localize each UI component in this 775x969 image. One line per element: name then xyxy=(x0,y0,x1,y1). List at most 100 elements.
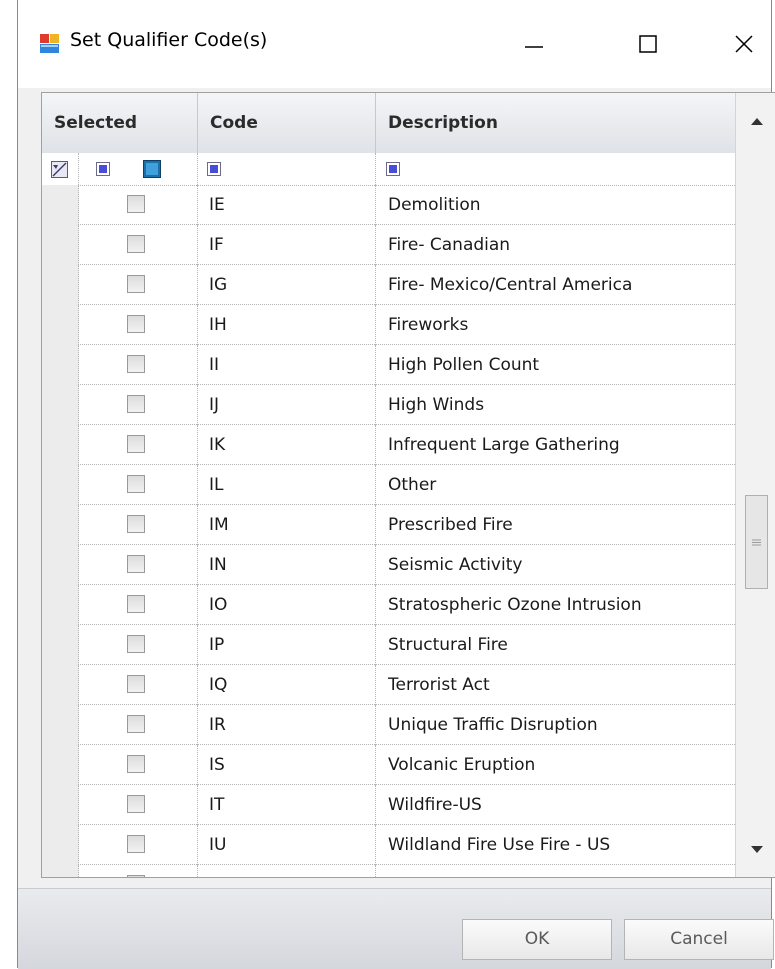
row-checkbox[interactable] xyxy=(127,675,145,693)
row-checkbox[interactable] xyxy=(127,875,145,877)
scroll-down-button[interactable] xyxy=(736,822,775,877)
row-checkbox[interactable] xyxy=(127,315,145,333)
column-header-code[interactable]: Code xyxy=(198,93,376,153)
selected-cell[interactable] xyxy=(79,505,198,545)
table-row[interactable]: II High Pollen Count xyxy=(42,345,735,385)
description-cell: Fireworks xyxy=(388,315,469,335)
row-checkbox[interactable] xyxy=(127,715,145,733)
cancel-button[interactable]: Cancel xyxy=(624,919,774,960)
table-row[interactable]: IT Wildfire-US xyxy=(42,785,735,825)
minimize-button[interactable] xyxy=(514,24,554,64)
row-indicator[interactable] xyxy=(42,345,79,385)
row-checkbox[interactable] xyxy=(127,235,145,253)
selected-cell[interactable] xyxy=(79,785,198,825)
selected-cell[interactable] xyxy=(79,825,198,865)
column-header-description[interactable]: Description xyxy=(376,93,735,153)
row-checkbox[interactable] xyxy=(127,275,145,293)
table-row[interactable]: IJ High Winds xyxy=(42,385,735,425)
row-checkbox[interactable] xyxy=(127,635,145,653)
code-cell: IH xyxy=(198,305,376,345)
row-indicator[interactable] xyxy=(42,465,79,505)
selected-cell[interactable] xyxy=(79,545,198,585)
row-indicator[interactable] xyxy=(42,385,79,425)
table-row[interactable]: IM Prescribed Fire xyxy=(42,505,735,545)
scroll-up-button[interactable] xyxy=(736,93,775,148)
grid-rows: IE Demolition IF Fire- Canadian IG Fire-… xyxy=(42,185,735,877)
close-button[interactable] xyxy=(724,24,764,64)
table-row[interactable]: IN Seismic Activity xyxy=(42,545,735,585)
selected-cell[interactable] xyxy=(79,225,198,265)
description-cell: Infrequent Large Gathering xyxy=(388,435,620,455)
row-checkbox[interactable] xyxy=(127,595,145,613)
column-header-selected[interactable]: Selected xyxy=(42,93,198,153)
ok-button[interactable]: OK xyxy=(462,919,612,960)
row-indicator[interactable] xyxy=(42,265,79,305)
row-checkbox[interactable] xyxy=(127,795,145,813)
row-checkbox[interactable] xyxy=(127,355,145,373)
code-cell: IO xyxy=(198,585,376,625)
selected-cell[interactable] xyxy=(79,865,198,877)
table-row[interactable]: IP Structural Fire xyxy=(42,625,735,665)
row-checkbox[interactable] xyxy=(127,555,145,573)
row-indicator[interactable] xyxy=(42,185,79,225)
filter-operator-icon[interactable] xyxy=(96,162,110,176)
vertical-scrollbar[interactable] xyxy=(735,93,775,877)
row-indicator[interactable] xyxy=(42,585,79,625)
filter-cell-code[interactable] xyxy=(198,153,376,185)
dialog-window: Set Qualifier Code(s) Selected Code Desc… xyxy=(17,0,775,969)
clear-filter-icon[interactable] xyxy=(51,161,68,178)
table-row[interactable]: IE Demolition xyxy=(42,185,735,225)
table-row[interactable]: IL Other xyxy=(42,465,735,505)
row-checkbox[interactable] xyxy=(127,435,145,453)
table-row[interactable]: IH Fireworks xyxy=(42,305,735,345)
filter-checkbox-icon[interactable] xyxy=(143,160,161,178)
code-cell: IG xyxy=(198,265,376,305)
table-row[interactable]: IF Fire- Canadian xyxy=(42,225,735,265)
row-checkbox[interactable] xyxy=(127,475,145,493)
row-indicator[interactable] xyxy=(42,305,79,345)
row-indicator[interactable] xyxy=(42,225,79,265)
row-indicator[interactable] xyxy=(42,705,79,745)
row-indicator[interactable] xyxy=(42,425,79,465)
row-checkbox[interactable] xyxy=(127,195,145,213)
selected-cell[interactable] xyxy=(79,745,198,785)
row-checkbox[interactable] xyxy=(127,395,145,413)
filter-cell-description[interactable] xyxy=(376,153,735,185)
selected-cell[interactable] xyxy=(79,265,198,305)
row-indicator[interactable] xyxy=(42,625,79,665)
table-row[interactable]: IQ Terrorist Act xyxy=(42,665,735,705)
selected-cell[interactable] xyxy=(79,305,198,345)
table-row[interactable]: IO Stratospheric Ozone Intrusion xyxy=(42,585,735,625)
table-row-partial[interactable] xyxy=(42,865,735,877)
row-indicator[interactable] xyxy=(42,545,79,585)
table-row[interactable]: IR Unique Traffic Disruption xyxy=(42,705,735,745)
table-row[interactable]: IU Wildland Fire Use Fire - US xyxy=(42,825,735,865)
row-checkbox[interactable] xyxy=(127,515,145,533)
row-indicator[interactable] xyxy=(42,865,79,877)
selected-cell[interactable] xyxy=(79,185,198,225)
scrollbar-thumb[interactable] xyxy=(745,495,768,589)
row-indicator[interactable] xyxy=(42,745,79,785)
table-row[interactable]: IK Infrequent Large Gathering xyxy=(42,425,735,465)
table-row[interactable]: IG Fire- Mexico/Central America xyxy=(42,265,735,305)
filter-operator-icon[interactable] xyxy=(386,162,400,176)
row-indicator[interactable] xyxy=(42,825,79,865)
selected-cell[interactable] xyxy=(79,625,198,665)
selected-cell[interactable] xyxy=(79,705,198,745)
selected-cell[interactable] xyxy=(79,465,198,505)
table-row[interactable]: IS Volcanic Eruption xyxy=(42,745,735,785)
row-checkbox[interactable] xyxy=(127,835,145,853)
selected-cell[interactable] xyxy=(79,425,198,465)
row-indicator[interactable] xyxy=(42,665,79,705)
maximize-button[interactable] xyxy=(628,24,668,64)
selected-cell[interactable] xyxy=(79,345,198,385)
filter-operator-icon[interactable] xyxy=(207,162,221,176)
selected-cell[interactable] xyxy=(79,665,198,705)
row-indicator[interactable] xyxy=(42,505,79,545)
row-checkbox[interactable] xyxy=(127,755,145,773)
title-bar[interactable]: Set Qualifier Code(s) xyxy=(18,0,771,88)
row-indicator[interactable] xyxy=(42,785,79,825)
filter-cell-selected[interactable] xyxy=(79,153,198,185)
selected-cell[interactable] xyxy=(79,585,198,625)
selected-cell[interactable] xyxy=(79,385,198,425)
